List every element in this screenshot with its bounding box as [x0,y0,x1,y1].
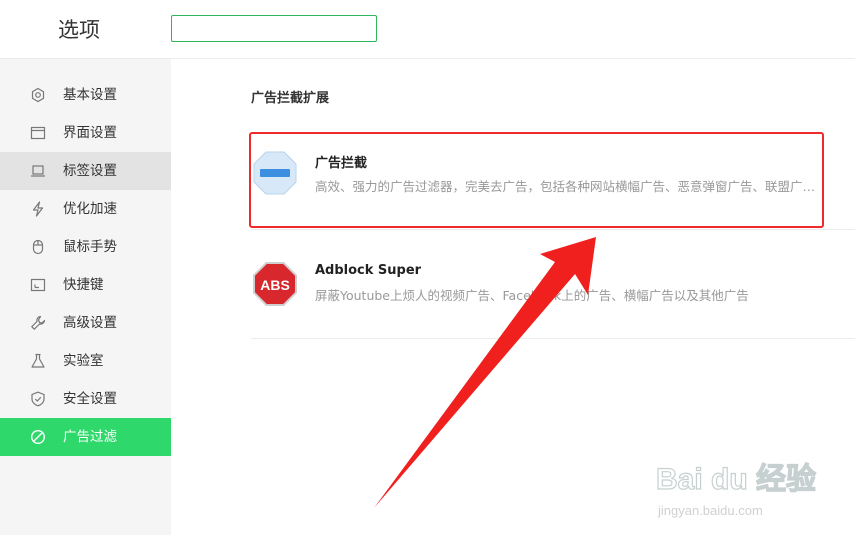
sidebar-item-label: 标签设置 [63,163,117,179]
sidebar-item-label: 快捷键 [63,277,104,293]
sidebar-item-label: 安全设置 [63,391,117,407]
sidebar-item-label: 基本设置 [63,87,117,103]
baidu-jingyan-watermark: Bai du 经验 jingyan.baidu.com [655,461,816,518]
tab-icon [30,163,46,179]
gear-icon [30,87,46,103]
page-title: 选项 [58,18,100,42]
extension-row-adblock[interactable]: 广告拦截 高效、强力的广告过滤器，完美去广告，包括各种网站横幅广告、恶意弹窗广告… [251,132,855,232]
shield-icon [30,391,46,407]
wrench-icon [30,315,46,331]
extension-description: 高效、强力的广告过滤器，完美去广告，包括各种网站横幅广告、恶意弹窗广告、联盟广告… [315,179,820,194]
sidebar-item-label: 优化加速 [63,201,117,217]
sidebar-item-mouse-gesture[interactable]: 鼠标手势 [0,228,171,266]
sidebar-item-shortcuts[interactable]: 快捷键 [0,266,171,304]
extension-name: 广告拦截 [315,156,368,171]
sidebar-item-ad-filter[interactable]: 广告过滤 [0,418,171,456]
sidebar: 基本设置 界面设置 标签设置 优化加速 鼠标手势 快捷键 高级设置 实验室 安全… [0,59,171,535]
abs-stop-sign-icon: ABS [251,260,299,308]
sidebar-item-label: 高级设置 [63,315,117,331]
header: 选项 [0,0,855,59]
sidebar-item-basic-settings[interactable]: 基本设置 [0,76,171,114]
sidebar-item-label: 界面设置 [63,125,117,141]
sidebar-item-security-settings[interactable]: 安全设置 [0,380,171,418]
sidebar-item-lab[interactable]: 实验室 [0,342,171,380]
sidebar-item-advanced-settings[interactable]: 高级设置 [0,304,171,342]
divider [251,338,855,339]
adblock-octagon-icon [251,149,299,197]
sidebar-item-interface-settings[interactable]: 界面设置 [0,114,171,152]
sidebar-item-tab-settings[interactable]: 标签设置 [0,152,171,190]
window-icon [30,125,46,141]
search-input[interactable] [171,15,377,42]
extension-description: 屏蔽Youtube上烦人的视频广告、Facebook上的广告、横幅广告以及其他广… [315,288,749,303]
divider [251,229,855,230]
mouse-icon [30,239,46,255]
extension-row-adblock-super[interactable]: ABS Adblock Super 屏蔽Youtube上烦人的视频广告、Face… [251,237,855,337]
watermark-url: jingyan.baidu.com [657,503,763,518]
extension-name: Adblock Super [315,263,422,278]
sidebar-item-label: 实验室 [63,353,104,369]
shortcut-icon [30,277,46,293]
watermark-brand: Bai du 经验 [656,462,816,496]
block-icon [30,429,46,445]
sidebar-item-label: 广告过滤 [63,429,117,445]
abs-icon-text: ABS [260,277,290,293]
section-title: 广告拦截扩展 [251,91,330,106]
sidebar-item-label: 鼠标手势 [63,239,117,255]
sidebar-item-optimize[interactable]: 优化加速 [0,190,171,228]
flask-icon [30,353,46,369]
lightning-icon [30,201,46,217]
